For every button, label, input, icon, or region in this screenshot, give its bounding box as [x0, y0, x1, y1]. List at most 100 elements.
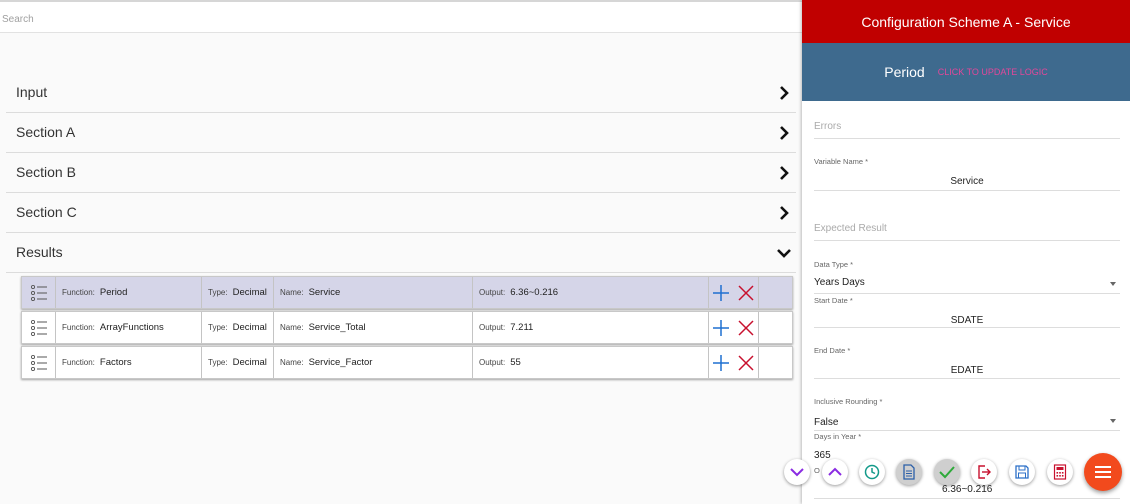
section-label: Section C — [16, 204, 77, 220]
delete-icon[interactable] — [737, 319, 755, 337]
row-actions — [709, 312, 759, 343]
clock-icon — [864, 464, 880, 480]
section-b[interactable]: Section B — [6, 153, 796, 193]
menu-icon — [1095, 466, 1111, 478]
section-label: Input — [16, 84, 48, 100]
panel-subheader: Period CLICK TO UPDATE LOGIC — [802, 43, 1130, 101]
delete-icon[interactable] — [737, 354, 755, 372]
row-actions — [709, 347, 759, 378]
panel-subtitle: Period — [884, 64, 925, 80]
type-cell: Type: Decimal — [202, 312, 274, 343]
update-logic-link[interactable]: CLICK TO UPDATE LOGIC — [938, 67, 1048, 77]
add-icon[interactable] — [712, 284, 730, 302]
list-icon — [22, 312, 56, 343]
delete-icon[interactable] — [737, 284, 755, 302]
exit-button[interactable] — [971, 459, 997, 485]
output-value: 6.36~0.216 — [510, 287, 559, 298]
result-row[interactable]: Function: Period Type: Decimal Name: Servic… — [21, 276, 793, 309]
chevron-down-icon — [777, 249, 791, 258]
output-value: 7.211 — [510, 322, 534, 333]
name-key: Name: — [280, 323, 304, 332]
save-button[interactable] — [1009, 459, 1035, 485]
move-up-button[interactable] — [822, 459, 848, 485]
start-date-field[interactable]: Start Date * SDATE — [814, 296, 1120, 328]
validate-button[interactable] — [934, 459, 960, 485]
name-value: Service_Factor — [308, 357, 373, 368]
exit-icon — [978, 465, 991, 479]
function-cell: Function: ArrayFunctions — [56, 312, 202, 343]
chevron-right-icon — [780, 86, 789, 100]
check-icon — [939, 466, 955, 479]
inclusive-rounding-select[interactable]: Inclusive Rounding * False — [814, 397, 1120, 431]
result-row[interactable]: Function: ArrayFunctions Type: Decimal Nam… — [21, 311, 793, 344]
type-value: Decimal — [232, 357, 267, 368]
variable-name-label: Variable Name * — [814, 157, 869, 166]
end-date-value: EDATE — [950, 365, 984, 376]
output-cell: Output: 55 — [473, 347, 709, 378]
variable-name-field[interactable]: Variable Name * Service — [814, 157, 1120, 191]
type-value: Decimal — [232, 287, 267, 298]
name-key: Name: — [280, 358, 304, 367]
start-date-value: SDATE — [950, 315, 984, 326]
output-field-underline — [814, 498, 1120, 499]
data-type-value: Years Days — [814, 277, 865, 288]
menu-fab-button[interactable] — [1084, 453, 1122, 491]
expected-result-field[interactable]: Expected Result — [814, 223, 1120, 241]
output-value: 6.36~0.216 — [942, 484, 993, 495]
results-list: Function: Period Type: Decimal Name: Servic… — [21, 276, 793, 381]
function-key: Function: — [62, 323, 95, 332]
type-key: Type: — [208, 323, 228, 332]
errors-field[interactable]: Errors — [814, 121, 1120, 139]
data-type-select[interactable]: Data Type * Years Days — [814, 260, 1120, 294]
list-icon — [22, 277, 56, 308]
function-cell: Function: Period — [56, 277, 202, 308]
function-value: ArrayFunctions — [99, 322, 164, 333]
section-c[interactable]: Section C — [6, 193, 796, 233]
list-icon — [22, 347, 56, 378]
chevron-up-icon — [828, 467, 842, 476]
search-input[interactable] — [2, 14, 782, 25]
section-results[interactable]: Results — [6, 233, 796, 273]
days-in-year-label: Days in Year * — [814, 432, 862, 441]
config-panel: Configuration Scheme A - Service Period … — [802, 0, 1130, 504]
calculator-icon — [1053, 464, 1067, 480]
calculator-button[interactable] — [1047, 459, 1073, 485]
history-button[interactable] — [859, 459, 885, 485]
data-type-label: Data Type * — [814, 260, 854, 269]
output-cell: Output: 7.211 — [473, 312, 709, 343]
errors-placeholder: Errors — [814, 121, 842, 132]
end-date-field[interactable]: End Date * EDATE — [814, 346, 1120, 379]
name-value: Service — [308, 287, 341, 298]
end-date-label: End Date * — [814, 346, 851, 355]
name-cell: Name: Service_Total — [274, 312, 473, 343]
output-cell: Output: 6.36~0.216 — [473, 277, 709, 308]
function-key: Function: — [62, 358, 95, 367]
section-input[interactable]: Input — [6, 73, 796, 113]
section-list: Input Section A Section B Section C Resu… — [6, 73, 796, 273]
days-in-year-field[interactable]: Days in Year * 365 — [814, 432, 1120, 464]
chevron-right-icon — [780, 126, 789, 140]
document-icon — [903, 464, 915, 480]
search-bar — [0, 2, 802, 33]
variable-name-value: Service — [950, 176, 984, 187]
start-date-label: Start Date * — [814, 296, 853, 305]
move-down-button[interactable] — [784, 459, 810, 485]
row-actions — [709, 277, 759, 308]
add-icon[interactable] — [712, 354, 730, 372]
section-a[interactable]: Section A — [6, 113, 796, 153]
dropdown-caret-icon — [1110, 419, 1116, 423]
type-cell: Type: Decimal — [202, 277, 274, 308]
output-value: 55 — [510, 357, 521, 368]
panel-title: Configuration Scheme A - Service — [802, 0, 1130, 43]
result-row[interactable]: Function: Factors Type: Decimal Name: Servi… — [21, 346, 793, 379]
add-icon[interactable] — [712, 319, 730, 337]
name-cell: Name: Service_Factor — [274, 347, 473, 378]
expected-result-placeholder: Expected Result — [814, 223, 887, 234]
name-cell: Name: Service — [274, 277, 473, 308]
output-key: Output: — [479, 358, 506, 367]
document-button[interactable] — [896, 459, 922, 485]
chevron-right-icon — [780, 166, 789, 180]
name-value: Service_Total — [308, 322, 366, 333]
left-pane: Input Section A Section B Section C Resu… — [0, 0, 802, 504]
inclusive-rounding-label: Inclusive Rounding * — [814, 397, 883, 406]
